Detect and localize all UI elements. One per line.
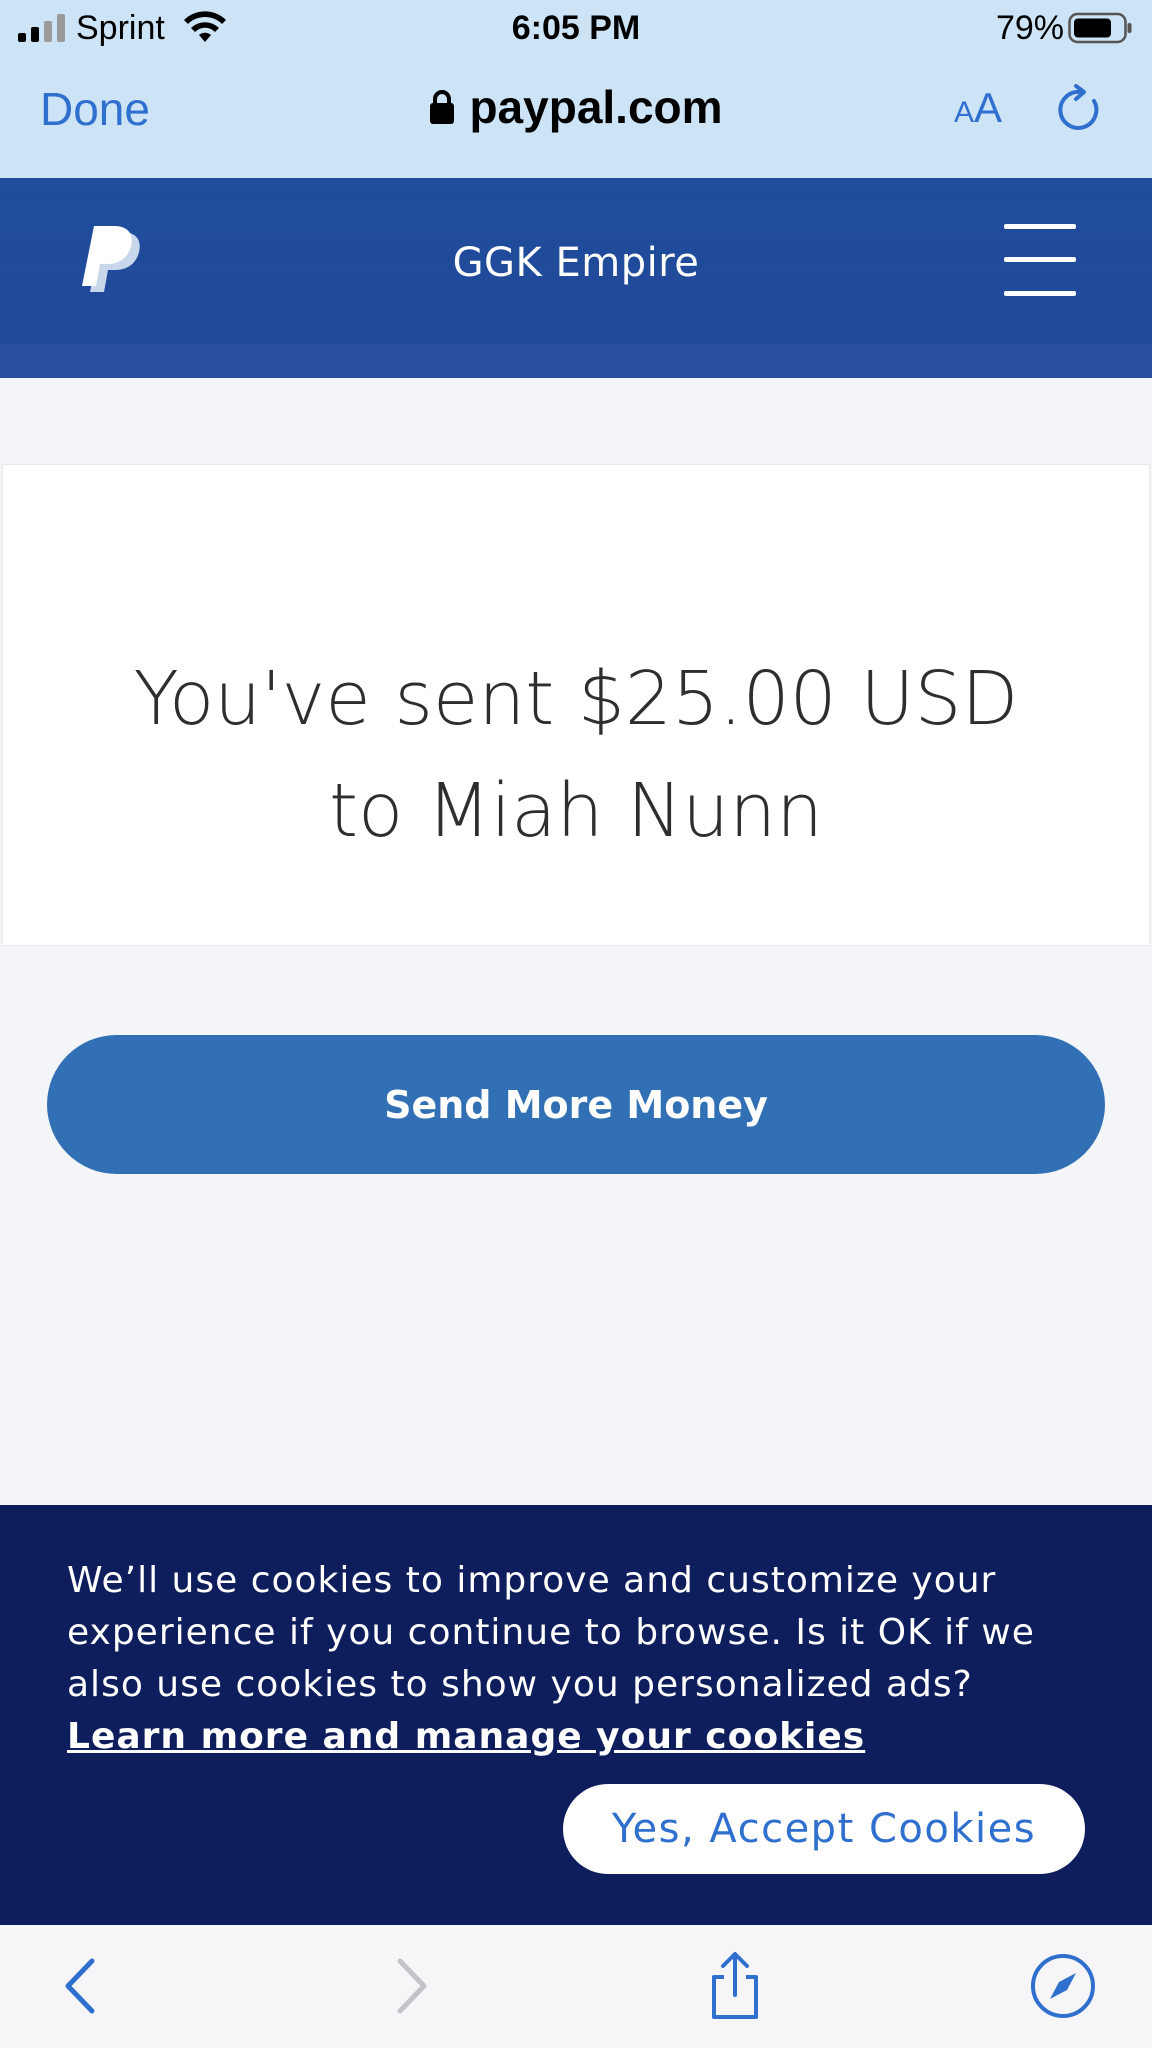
page-title: GGK Empire [452, 240, 700, 286]
confirmation-recipient-line: to Miah Nunn [328, 768, 824, 854]
clock: 6:05 PM [511, 9, 641, 47]
browser-toolbar [0, 1925, 1152, 2048]
hamburger-menu-icon[interactable] [1004, 224, 1076, 296]
url-text: paypal.com [469, 81, 723, 133]
compass-icon[interactable] [1028, 1951, 1098, 2021]
paypal-header: GGK Empire [0, 178, 1152, 378]
confirmation-card: You've sent $25.00 USD to Miah Nunn [2, 464, 1150, 946]
lock-icon [430, 90, 455, 124]
cookie-banner: We’ll use cookies to improve and customi… [0, 1505, 1152, 1925]
header-strip [0, 344, 1152, 378]
battery-percent: 79% [995, 9, 1064, 47]
forward-icon[interactable] [372, 1951, 442, 2021]
status-bar: Sprint 6:05 PM 79% [0, 0, 1152, 58]
send-more-money-button[interactable]: Send More Money [47, 1035, 1105, 1174]
battery-icon [1068, 12, 1132, 44]
accept-cookies-button[interactable]: Yes, Accept Cookies [563, 1784, 1085, 1874]
cookie-message: We’ll use cookies to improve and customi… [67, 1555, 1097, 1763]
reload-icon[interactable] [1054, 84, 1106, 136]
share-icon[interactable] [700, 1951, 770, 2021]
confirmation-message: You've sent $25.00 USD to Miah Nunn [3, 643, 1149, 867]
manage-cookies-link[interactable]: Learn more and manage your cookies [67, 1716, 865, 1757]
address-bar: Done paypal.com AA [0, 70, 1152, 150]
browser-top-bar: Sprint 6:05 PM 79% Done paypal.com AA [0, 0, 1152, 178]
text-size-icon[interactable]: AA [954, 84, 1002, 132]
confirmation-amount-line: You've sent $25.00 USD [133, 656, 1019, 742]
cookie-message-text: We’ll use cookies to improve and customi… [67, 1560, 1035, 1705]
back-icon[interactable] [50, 1951, 120, 2021]
